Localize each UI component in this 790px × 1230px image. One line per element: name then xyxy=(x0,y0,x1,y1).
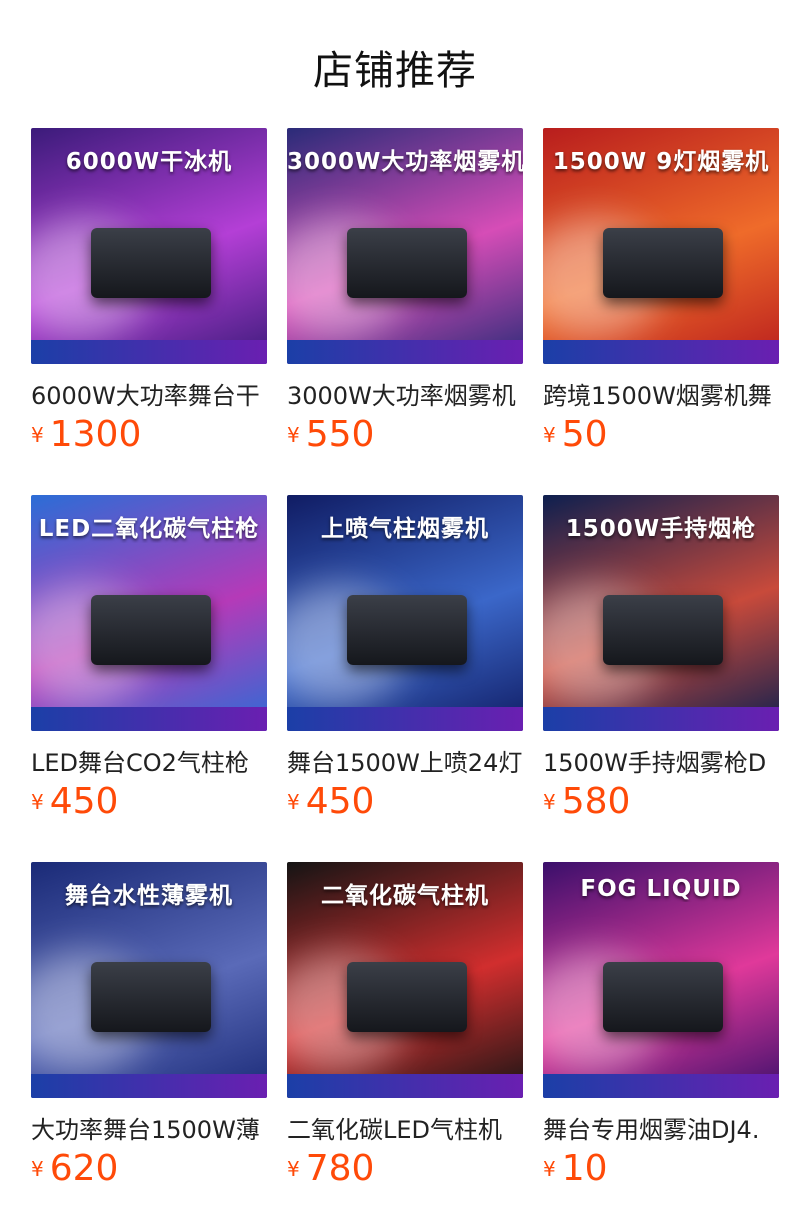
currency-symbol: ¥ xyxy=(543,790,556,814)
product-name[interactable]: LED舞台CO2气柱枪 xyxy=(31,743,267,778)
machine-illustration xyxy=(91,228,211,298)
image-headline: 1500W 9灯烟雾机 xyxy=(552,149,770,175)
product-card[interactable]: 1500W手持烟枪 1500W手持烟雾枪D ¥580 xyxy=(543,495,779,862)
image-banner xyxy=(543,1074,779,1098)
machine-illustration xyxy=(91,962,211,1032)
machine-illustration xyxy=(347,962,467,1032)
product-image[interactable]: 3000W大功率烟雾机 xyxy=(287,128,523,364)
machine-illustration xyxy=(603,228,723,298)
page-title: 店铺推荐 xyxy=(313,48,477,94)
price-amount: 780 xyxy=(305,1148,375,1189)
machine-illustration xyxy=(603,595,723,665)
currency-symbol: ¥ xyxy=(31,1157,44,1181)
image-headline: 1500W手持烟枪 xyxy=(565,516,757,542)
product-image[interactable]: 1500W手持烟枪 xyxy=(543,495,779,731)
product-image[interactable]: 1500W 9灯烟雾机 xyxy=(543,128,779,364)
product-card[interactable]: 1500W 9灯烟雾机 跨境1500W烟雾机舞 ¥50 xyxy=(543,128,779,495)
price-amount: 50 xyxy=(561,414,608,455)
currency-symbol: ¥ xyxy=(287,790,300,814)
price-amount: 620 xyxy=(49,1148,119,1189)
price-amount: 550 xyxy=(305,414,375,455)
product-card[interactable]: 舞台水性薄雾机 大功率舞台1500W薄 ¥620 xyxy=(31,862,267,1229)
image-headline: 3000W大功率烟雾机 xyxy=(287,149,523,175)
product-price: ¥780 xyxy=(287,1148,374,1189)
image-headline: 舞台水性薄雾机 xyxy=(65,883,233,909)
image-headline: LED二氧化碳气柱枪 xyxy=(38,516,260,542)
product-image[interactable]: 上喷气柱烟雾机 xyxy=(287,495,523,731)
currency-symbol: ¥ xyxy=(287,1157,300,1181)
product-card[interactable]: FOG LIQUID 舞台专用烟雾油DJ4. ¥10 xyxy=(543,862,779,1229)
currency-symbol: ¥ xyxy=(543,1157,556,1181)
product-image[interactable]: 二氧化碳气柱机 xyxy=(287,862,523,1098)
product-name[interactable]: 1500W手持烟雾枪D xyxy=(543,743,779,778)
machine-illustration xyxy=(347,228,467,298)
image-headline: FOG LIQUID xyxy=(580,876,742,902)
product-price: ¥10 xyxy=(543,1148,608,1189)
product-price: ¥620 xyxy=(31,1148,118,1189)
product-price: ¥1300 xyxy=(31,414,141,455)
machine-illustration xyxy=(347,595,467,665)
image-banner xyxy=(31,340,267,364)
product-name[interactable]: 3000W大功率烟雾机 xyxy=(287,376,523,411)
image-banner xyxy=(287,1074,523,1098)
image-banner xyxy=(31,707,267,731)
product-image[interactable]: FOG LIQUID xyxy=(543,862,779,1098)
product-name[interactable]: 跨境1500W烟雾机舞 xyxy=(543,376,779,411)
price-amount: 1300 xyxy=(49,414,142,455)
product-name[interactable]: 6000W大功率舞台干 xyxy=(31,376,267,411)
image-banner xyxy=(287,340,523,364)
currency-symbol: ¥ xyxy=(543,423,556,447)
price-amount: 10 xyxy=(561,1148,608,1189)
product-image[interactable]: LED二氧化碳气柱枪 xyxy=(31,495,267,731)
machine-illustration xyxy=(603,962,723,1032)
product-image[interactable]: 6000W干冰机 xyxy=(31,128,267,364)
image-banner xyxy=(31,1074,267,1098)
price-amount: 450 xyxy=(49,781,119,822)
product-name[interactable]: 二氧化碳LED气柱机 xyxy=(287,1110,523,1145)
product-card[interactable]: LED二氧化碳气柱枪 LED舞台CO2气柱枪 ¥450 xyxy=(31,495,267,862)
price-amount: 450 xyxy=(305,781,375,822)
product-price: ¥550 xyxy=(287,414,374,455)
product-card[interactable]: 3000W大功率烟雾机 3000W大功率烟雾机 ¥550 xyxy=(287,128,523,495)
currency-symbol: ¥ xyxy=(31,423,44,447)
product-card[interactable]: 6000W干冰机 6000W大功率舞台干 ¥1300 xyxy=(31,128,267,495)
product-name[interactable]: 大功率舞台1500W薄 xyxy=(31,1110,267,1145)
product-name[interactable]: 舞台专用烟雾油DJ4. xyxy=(543,1110,779,1145)
product-image[interactable]: 舞台水性薄雾机 xyxy=(31,862,267,1098)
product-price: ¥450 xyxy=(31,781,118,822)
image-headline: 上喷气柱烟雾机 xyxy=(321,516,489,542)
store-recommendation-page: 店铺推荐 6000W干冰机 6000W大功率舞台干 ¥1300 3000W大功率烟雾机… xyxy=(0,0,790,1230)
product-card[interactable]: 上喷气柱烟雾机 舞台1500W上喷24灯 ¥450 xyxy=(287,495,523,862)
product-name[interactable]: 舞台1500W上喷24灯 xyxy=(287,743,523,778)
image-headline: 二氧化碳气柱机 xyxy=(321,883,489,909)
product-price: ¥580 xyxy=(543,781,630,822)
product-price: ¥50 xyxy=(543,414,608,455)
machine-illustration xyxy=(91,595,211,665)
product-grid: 6000W干冰机 6000W大功率舞台干 ¥1300 3000W大功率烟雾机 3000W… xyxy=(31,128,779,1229)
product-price: ¥450 xyxy=(287,781,374,822)
product-card[interactable]: 二氧化碳气柱机 二氧化碳LED气柱机 ¥780 xyxy=(287,862,523,1229)
currency-symbol: ¥ xyxy=(31,790,44,814)
currency-symbol: ¥ xyxy=(287,423,300,447)
image-headline: 6000W干冰机 xyxy=(65,149,233,175)
image-banner xyxy=(287,707,523,731)
price-amount: 580 xyxy=(561,781,631,822)
image-banner xyxy=(543,707,779,731)
image-banner xyxy=(543,340,779,364)
